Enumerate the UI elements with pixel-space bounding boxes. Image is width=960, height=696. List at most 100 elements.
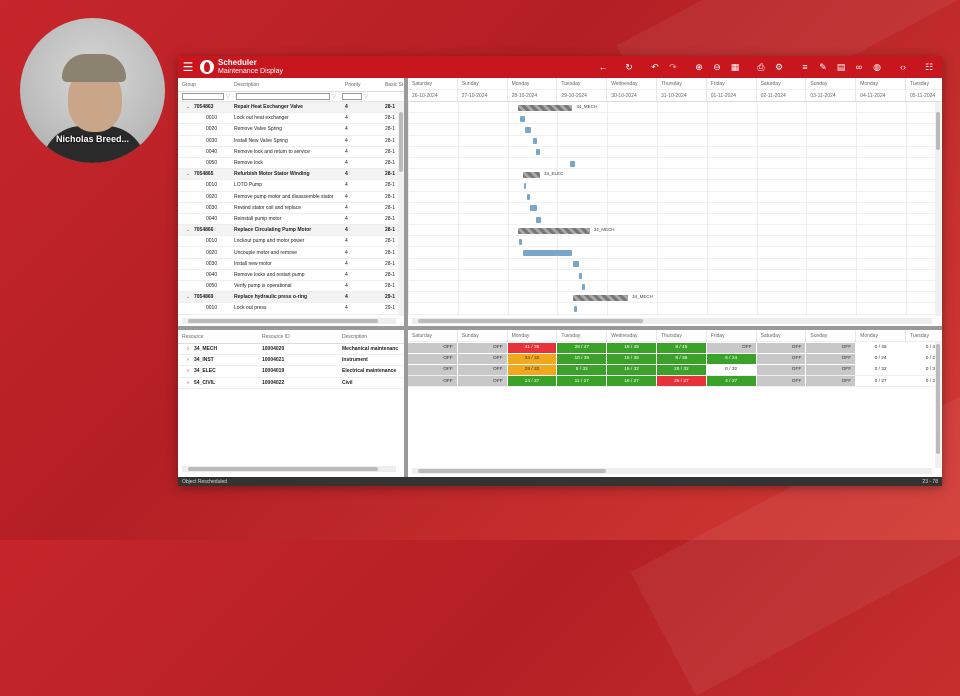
load-horizontal-scrollbar[interactable] [412,468,932,474]
table-row[interactable]: 0050 Remove lock 4 28-1 [178,158,404,170]
load-cell[interactable]: 15 / 32 [607,364,657,375]
edit-icon[interactable]: ✎ [814,56,832,78]
load-cell[interactable]: OFF [756,376,807,387]
table-row[interactable]: 0030 Rewind stator coil and replace 4 28-1 [178,203,404,214]
menu-list-icon[interactable]: ☷ [920,56,938,78]
task-bar[interactable] [523,182,527,189]
resource-row[interactable]: › 34_ELEC 10004019 Electrical maintenance [178,366,404,378]
table-row[interactable]: 0040 Remove locks and restart pump 4 28-1 [178,270,404,281]
load-cell[interactable]: 6 / 24 [706,353,757,364]
filter-group-input[interactable] [182,93,224,100]
filter-description-input[interactable] [236,93,330,100]
task-bar[interactable] [529,205,538,212]
table-row[interactable]: ⌄ 7054865 Refurbish Motor Stator Winding 4 2… [178,169,404,181]
task-bar[interactable] [536,216,542,223]
table-row[interactable]: 0010 LOTO Pump 4 28-1 [178,180,404,192]
resource-horizontal-scrollbar[interactable] [182,466,396,472]
task-bar[interactable] [520,115,526,122]
table-row[interactable]: 0030 Install New Valve Spring 4 28-1 [178,136,404,147]
load-cell[interactable]: 16 / 27 [607,376,657,387]
task-bar[interactable] [573,261,580,268]
task-bar[interactable] [579,272,583,279]
load-vertical-scrollbar[interactable] [935,342,941,468]
load-cell[interactable]: OFF [457,376,508,387]
load-cell[interactable]: 11 / 27 [557,376,608,387]
task-bar[interactable] [532,138,538,145]
load-cell[interactable]: OFF [806,364,857,375]
zoom-in-icon[interactable]: ⊕ [690,56,708,78]
code-icon[interactable]: ‹› [894,56,912,78]
load-cell[interactable]: 28 / 47 [557,342,608,353]
chevron-right-icon[interactable]: › [182,380,194,386]
table-row[interactable]: 0010 Lockout pump and motor power 4 28-1 [178,236,404,248]
table-row[interactable]: 0040 Reinstall pump motor 4 28-1 [178,214,404,226]
table-row[interactable]: 0020 Remove pump motor and disassemble st… [178,192,404,203]
load-cell[interactable]: OFF [457,364,508,375]
list-icon[interactable]: ≡ [796,56,814,78]
load-cell[interactable]: 34 / 32 [507,353,558,364]
gantt-horizontal-scrollbar[interactable] [412,318,932,324]
table-row[interactable]: 0040 Remove lock and return to service 4 28… [178,147,404,158]
col-priority[interactable]: Priority [341,82,381,88]
load-cell[interactable]: OFF [756,342,807,353]
col-group[interactable]: Group [178,82,230,88]
col-description[interactable]: Description [230,82,341,88]
load-cell[interactable]: 0 / 32 [856,364,906,375]
resource-row[interactable]: › 54_CIVIL 10004022 Civil [178,378,404,389]
task-bar[interactable] [574,306,578,313]
table-row[interactable]: 0020 Remove Valve Spring 4 28-1 [178,124,404,136]
table-row[interactable]: 0010 Lock out heat exchanger 4 28-1 [178,113,404,125]
load-cell[interactable]: 0 / 45 [856,342,906,353]
task-bar[interactable] [582,283,586,290]
hamburger-menu-icon[interactable]: ☰ [178,56,198,78]
summary-bar[interactable] [573,294,629,301]
load-cell[interactable]: 5 / 32 [557,364,608,375]
redo-icon[interactable]: ↷ [664,56,682,78]
chevron-down-icon[interactable]: ⌄ [182,294,194,300]
load-cell[interactable]: OFF [806,342,857,353]
gantt-vertical-scrollbar[interactable] [935,102,941,316]
load-cell[interactable]: 0 / 27 [856,376,906,387]
load-cell[interactable]: OFF [408,342,458,353]
chevron-right-icon[interactable]: › [182,346,194,352]
chevron-right-icon[interactable]: › [182,357,194,363]
refresh-icon[interactable]: ↻ [620,56,638,78]
task-bar[interactable] [526,194,530,201]
load-cell[interactable]: 29 / 32 [507,364,558,375]
table-row[interactable]: 0050 Verify pump is operational 4 28-1 [178,281,404,293]
load-cell[interactable]: OFF [408,353,458,364]
load-cell[interactable]: OFF [457,353,508,364]
undo-icon[interactable]: ↶ [646,56,664,78]
col-basic-start[interactable]: Basic Sta [381,82,403,88]
load-cell[interactable]: OFF [457,342,508,353]
filter-icon[interactable]: ▽ [226,94,232,100]
load-cell[interactable]: 0 / 24 [856,353,906,364]
load-cell[interactable]: 0 / 32 [706,364,757,375]
table-row[interactable]: ⌄ 7054869 Replace hydraulic press o-ring 4 2… [178,292,404,304]
load-cell[interactable]: 8 / 45 [656,342,707,353]
summary-bar[interactable] [522,171,540,178]
load-cell[interactable]: 10 / 36 [557,353,608,364]
chevron-down-icon[interactable]: ⌄ [182,171,194,177]
task-bar[interactable] [536,149,541,156]
col-resource-id[interactable]: Resource ID [258,334,338,340]
chevron-down-icon[interactable]: ⌄ [182,104,194,110]
table-row[interactable]: 0030 Install new motor 4 28-1 [178,259,404,270]
load-cell[interactable]: OFF [806,353,857,364]
filter-priority-input[interactable] [342,93,362,100]
load-cell[interactable]: 35 / 27 [656,376,707,387]
chevron-down-icon[interactable]: ⌄ [182,227,194,233]
load-cell[interactable]: 18 / 45 [607,342,657,353]
col-resource-description[interactable]: Description [338,334,400,340]
load-cell[interactable]: 16 / 36 [607,353,657,364]
load-cell[interactable]: OFF [706,342,757,353]
task-bar[interactable] [518,238,522,245]
task-bar[interactable] [569,160,575,167]
chevron-right-icon[interactable]: › [182,368,194,374]
filter-icon[interactable]: ▽ [364,94,370,100]
col-resource[interactable]: Resource [178,334,258,340]
resource-row[interactable]: › 34_MECH 10004020 Mechanical maintenanc [178,344,404,356]
task-bar[interactable] [522,250,573,257]
zoom-fit-icon[interactable]: ▦ [726,56,744,78]
load-cell[interactable]: OFF [408,364,458,375]
